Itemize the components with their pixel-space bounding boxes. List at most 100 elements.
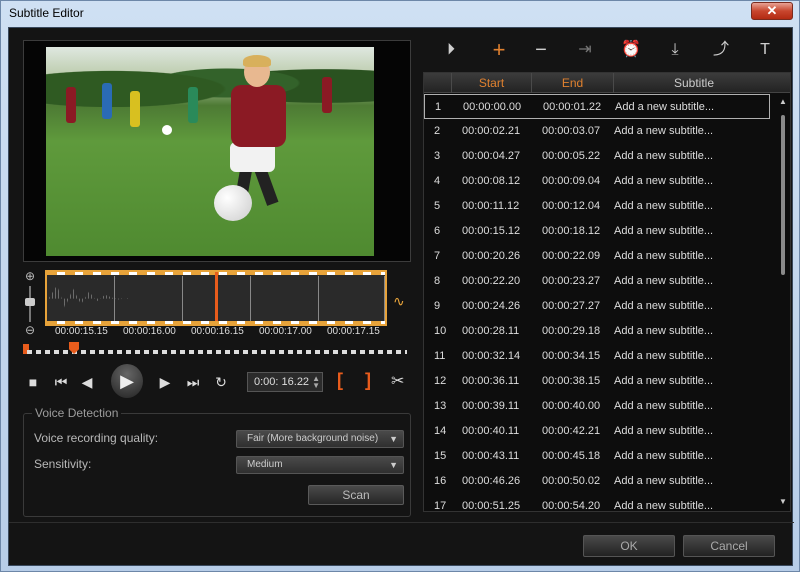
row-start-time: 00:00:28.11: [462, 325, 520, 337]
waveform-timeline[interactable]: [45, 270, 387, 326]
row-index: 4: [434, 175, 441, 187]
table-row[interactable]: 6 00:00:15.12 00:00:18.12 Add a new subtitl…: [424, 219, 770, 244]
add-subtitle-icon[interactable]: +: [485, 38, 513, 62]
row-start-time: 00:00:43.11: [462, 450, 520, 462]
go-to-start-icon[interactable]: ⏮: [51, 368, 71, 396]
text-options-icon[interactable]: T: [751, 38, 779, 62]
subtitle-toolbar: ⏵ + − ⇥ ⏰ ⤓ ⤴ T: [429, 38, 789, 66]
row-subtitle-text[interactable]: Add a new subtitle...: [614, 394, 713, 419]
mark-out-icon[interactable]: ]: [365, 370, 371, 391]
row-subtitle-text[interactable]: Add a new subtitle...: [614, 219, 713, 244]
previous-frame-icon[interactable]: ◀: [77, 368, 97, 396]
row-subtitle-text[interactable]: Add a new subtitle...: [614, 344, 713, 369]
next-frame-icon[interactable]: ▶: [155, 368, 175, 396]
play-icon[interactable]: ▶: [111, 364, 143, 398]
row-index: 1: [435, 101, 442, 113]
table-row[interactable]: 7 00:00:20.26 00:00:22.09 Add a new subtitl…: [424, 244, 770, 269]
table-row[interactable]: 15 00:00:43.11 00:00:45.18 Add a new subtit…: [424, 444, 770, 469]
row-start-time: 00:00:02.21: [462, 125, 521, 137]
dialog-button-bar: OK Cancel: [9, 522, 794, 566]
import-subtitle-icon[interactable]: ⤓: [661, 38, 689, 62]
row-index: 11: [434, 350, 446, 362]
table-row[interactable]: 11 00:00:32.14 00:00:34.15 Add a new subtit…: [424, 344, 770, 369]
video-preview[interactable]: [46, 47, 374, 256]
table-row[interactable]: 2 00:00:02.21 00:00:03.07 Add a new subtitl…: [424, 119, 770, 144]
row-start-time: 00:00:40.11: [462, 425, 520, 437]
table-row[interactable]: 13 00:00:39.11 00:00:40.00 Add a new subtit…: [424, 394, 770, 419]
export-subtitle-icon[interactable]: ⤴: [707, 38, 735, 62]
row-subtitle-text[interactable]: Add a new subtitle...: [614, 244, 713, 269]
timecode-spinner-icon[interactable]: ▲ ▼: [312, 375, 320, 390]
row-end-time: 00:00:38.15: [542, 375, 601, 387]
row-start-time: 00:00:04.27: [462, 150, 521, 162]
time-offset-icon[interactable]: ⏰: [617, 38, 645, 62]
timecode-field[interactable]: 0:00: 16.22 ▲ ▼: [247, 372, 323, 392]
voice-quality-select[interactable]: Fair (More background noise) ▼: [236, 430, 404, 448]
table-row[interactable]: 17 00:00:51.25 00:00:54.20 Add a new subtit…: [424, 494, 770, 511]
playhead[interactable]: [215, 272, 218, 324]
table-row[interactable]: 10 00:00:28.11 00:00:29.18 Add a new subtit…: [424, 319, 770, 344]
row-subtitle-text[interactable]: Add a new subtitle...: [614, 294, 713, 319]
table-row[interactable]: 3 00:00:04.27 00:00:05.22 Add a new subtitl…: [424, 144, 770, 169]
scrub-bar[interactable]: [27, 350, 407, 354]
row-subtitle-text[interactable]: Add a new subtitle...: [614, 319, 713, 344]
waveform-time-ruler: 00:00:15.15 00:00:16.00 00:00:16.15 00:0…: [45, 326, 395, 338]
row-subtitle-text[interactable]: Add a new subtitle...: [614, 119, 713, 144]
scroll-down-icon[interactable]: ▼: [778, 497, 788, 507]
table-row[interactable]: 9 00:00:24.26 00:00:27.27 Add a new subtitl…: [424, 294, 770, 319]
row-index: 7: [434, 250, 441, 262]
scan-button[interactable]: Scan: [308, 485, 404, 505]
table-row[interactable]: 16 00:00:46.26 00:00:50.02 Add a new subtit…: [424, 469, 770, 494]
split-scissors-icon[interactable]: ✂: [391, 371, 404, 391]
header-subtitle[interactable]: Subtitle: [614, 73, 774, 93]
zoom-slider-thumb[interactable]: [25, 298, 35, 306]
row-subtitle-text[interactable]: Add a new subtitle...: [614, 419, 713, 444]
ruler-time: 00:00:17.15: [327, 326, 380, 337]
row-subtitle-text[interactable]: Add a new subtitle...: [614, 469, 713, 494]
join-subtitle-icon[interactable]: ⇥: [571, 38, 599, 62]
scroll-up-icon[interactable]: ▲: [778, 97, 788, 107]
ruler-time: 00:00:15.15: [55, 326, 108, 337]
row-end-time: 00:00:27.27: [542, 300, 601, 312]
table-scrollbar[interactable]: ▲ ▼: [776, 93, 790, 511]
sensitivity-select[interactable]: Medium ▼: [236, 456, 404, 474]
row-index: 10: [434, 325, 447, 337]
chevron-down-icon: ▼: [389, 460, 398, 470]
row-subtitle-text[interactable]: Add a new subtitle...: [615, 95, 714, 120]
row-subtitle-text[interactable]: Add a new subtitle...: [614, 444, 713, 469]
timeline-dash-bottom: [47, 321, 385, 324]
row-subtitle-text[interactable]: Add a new subtitle...: [614, 369, 713, 394]
row-end-time: 00:00:29.18: [542, 325, 601, 337]
header-end[interactable]: End: [532, 73, 614, 93]
ok-button[interactable]: OK: [583, 535, 675, 557]
zoom-in-icon[interactable]: ⊕: [23, 270, 37, 284]
mark-in-icon[interactable]: [: [337, 370, 343, 391]
row-start-time: 00:00:24.26: [462, 300, 521, 312]
close-button[interactable]: ✕: [751, 2, 793, 20]
stop-icon[interactable]: ■: [23, 368, 43, 396]
table-row[interactable]: 14 00:00:40.11 00:00:42.21 Add a new subtit…: [424, 419, 770, 444]
row-subtitle-text[interactable]: Add a new subtitle...: [614, 194, 713, 219]
cancel-button[interactable]: Cancel: [683, 535, 775, 557]
remove-subtitle-icon[interactable]: −: [527, 38, 555, 62]
row-subtitle-text[interactable]: Add a new subtitle...: [614, 269, 713, 294]
row-end-time: 00:00:03.07: [542, 125, 601, 137]
table-row[interactable]: 8 00:00:22.20 00:00:23.27 Add a new subtitl…: [424, 269, 770, 294]
row-end-time: 00:00:40.00: [542, 400, 601, 412]
table-row[interactable]: 12 00:00:36.11 00:00:38.15 Add a new subtit…: [424, 369, 770, 394]
repeat-icon[interactable]: ↻: [211, 368, 231, 396]
zoom-out-icon[interactable]: ⊖: [23, 324, 37, 338]
table-row[interactable]: 1 00:00:00.00 00:00:01.22 Add a new subtitl…: [424, 94, 770, 119]
row-subtitle-text[interactable]: Add a new subtitle...: [614, 144, 713, 169]
play-subtitle-icon[interactable]: ⏵: [437, 38, 465, 62]
row-subtitle-text[interactable]: Add a new subtitle...: [614, 169, 713, 194]
table-row[interactable]: 4 00:00:08.12 00:00:09.04 Add a new subtitl…: [424, 169, 770, 194]
audio-waveform-icon[interactable]: ∿: [393, 294, 413, 308]
go-to-end-icon[interactable]: ⏭: [183, 368, 203, 396]
row-subtitle-text[interactable]: Add a new subtitle...: [614, 494, 713, 511]
scroll-thumb[interactable]: [781, 115, 785, 275]
row-end-time: 00:00:18.12: [542, 225, 601, 237]
table-row[interactable]: 5 00:00:11.12 00:00:12.04 Add a new subtitl…: [424, 194, 770, 219]
header-start[interactable]: Start: [452, 73, 532, 93]
row-end-time: 00:00:22.09: [542, 250, 601, 262]
